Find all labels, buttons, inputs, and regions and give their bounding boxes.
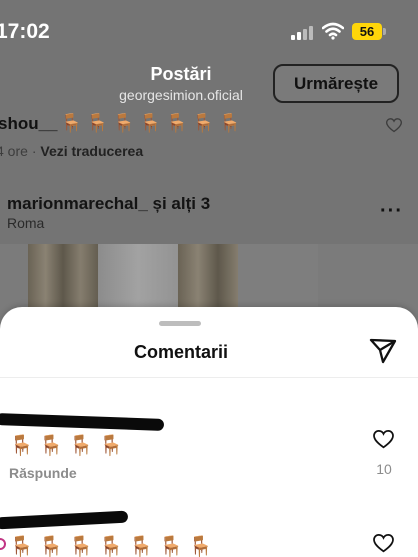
comment-text: 🪑🪑🪑🪑 (9, 435, 129, 457)
see-translation-link[interactable]: Vezi traducerea (40, 143, 143, 159)
caption-separator: · (31, 143, 37, 159)
heart-outline-icon[interactable] (373, 534, 394, 553)
status-bar: 17:02 56 (0, 0, 418, 60)
caption-meta: 4 ore · Vezi traducerea (0, 143, 143, 159)
comment-text: 🪑🪑🪑🪑🪑🪑🪑 (9, 536, 219, 557)
avatar[interactable] (0, 538, 6, 550)
page-title: Postări (150, 64, 212, 84)
like-count: 10 (376, 461, 392, 477)
tagged-users[interactable]: marionmarechal_ și alți 3 (7, 194, 210, 214)
heart-outline-icon[interactable] (373, 430, 394, 449)
caption-text: 🪑🪑🪑🪑🪑🪑🪑 (60, 113, 245, 133)
caption-username[interactable]: shou__ (0, 114, 58, 134)
post-location[interactable]: Roma (7, 215, 44, 231)
reply-button[interactable]: Răspunde (9, 465, 77, 481)
page-subtitle: georgesimion.oficial (119, 87, 243, 103)
follow-button[interactable]: Urmărește (273, 64, 399, 103)
paper-plane-icon[interactable] (369, 338, 397, 364)
battery-tip (383, 28, 386, 35)
sheet-divider (0, 377, 418, 378)
wifi-icon (322, 22, 344, 40)
heart-outline-icon[interactable] (386, 118, 402, 133)
more-options-icon[interactable]: ··· (380, 200, 403, 223)
status-time: 17:02 (0, 20, 50, 43)
redacted-username (0, 413, 165, 431)
sheet-grabber[interactable] (159, 321, 201, 326)
caption-time: 4 ore (0, 143, 28, 159)
redacted-username (0, 510, 129, 530)
battery-indicator: 56 (352, 23, 382, 40)
comments-sheet: Comentarii 🪑🪑🪑🪑 Răspunde 10 🪑🪑🪑🪑🪑🪑🪑 (0, 307, 418, 557)
cellular-signal-icon (291, 26, 313, 40)
comments-title: Comentarii (133, 342, 229, 362)
